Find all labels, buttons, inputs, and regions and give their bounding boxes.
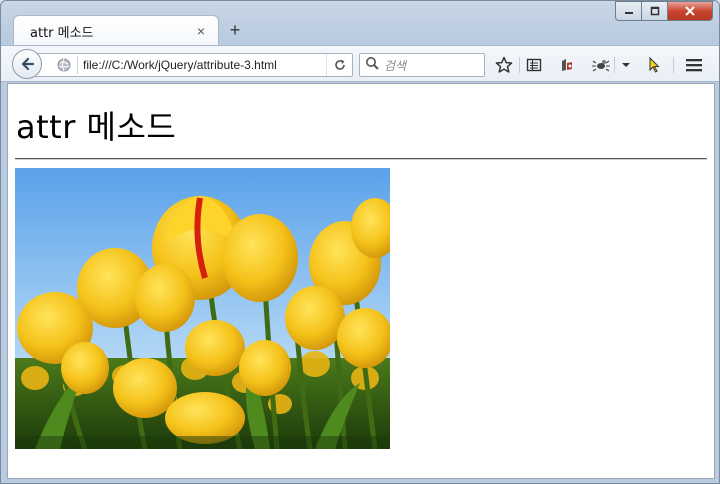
tab-close-icon[interactable]: ×: [194, 23, 208, 39]
dropdown-arrow-icon[interactable]: [615, 54, 637, 76]
globe-icon: [56, 57, 72, 73]
back-button[interactable]: [12, 49, 42, 79]
back-arrow-icon: [21, 57, 35, 71]
addon-icon[interactable]: [556, 54, 578, 76]
bug-icon[interactable]: [590, 54, 612, 76]
tulips-image: [15, 168, 390, 449]
url-separator: [77, 56, 78, 74]
minimize-icon: [624, 12, 633, 14]
window-controls: [615, 1, 713, 21]
close-button[interactable]: [667, 1, 713, 21]
maximize-icon: [650, 6, 659, 16]
reload-icon[interactable]: [326, 54, 352, 76]
tab-active[interactable]: attr 메소드 ×: [13, 15, 219, 46]
reading-list-icon[interactable]: [523, 54, 545, 76]
search-input[interactable]: [384, 57, 406, 74]
menu-icon[interactable]: [683, 54, 705, 76]
browser-window: attr 메소드 × + file:///C:/Work/jQuery/attr…: [0, 0, 720, 484]
url-text[interactable]: file:///C:/Work/jQuery/attribute-3.html: [83, 58, 326, 72]
new-tab-button[interactable]: +: [225, 19, 245, 41]
star-icon[interactable]: [493, 54, 515, 76]
search-icon: [365, 56, 379, 75]
close-icon: [685, 6, 695, 16]
minimize-button[interactable]: [615, 1, 641, 21]
url-bar[interactable]: file:///C:/Work/jQuery/attribute-3.html: [35, 53, 353, 77]
cursor-icon[interactable]: [643, 54, 665, 76]
tab-title: attr 메소드: [30, 25, 94, 41]
page-content: attr 메소드: [7, 83, 715, 479]
page-heading: attr 메소드: [16, 108, 177, 146]
navigation-toolbar: file:///C:/Work/jQuery/attribute-3.html: [1, 45, 719, 82]
search-bar[interactable]: [359, 53, 485, 77]
tab-strip: attr 메소드 × +: [1, 1, 719, 46]
maximize-button[interactable]: [641, 1, 667, 21]
horizontal-rule: [15, 158, 707, 160]
